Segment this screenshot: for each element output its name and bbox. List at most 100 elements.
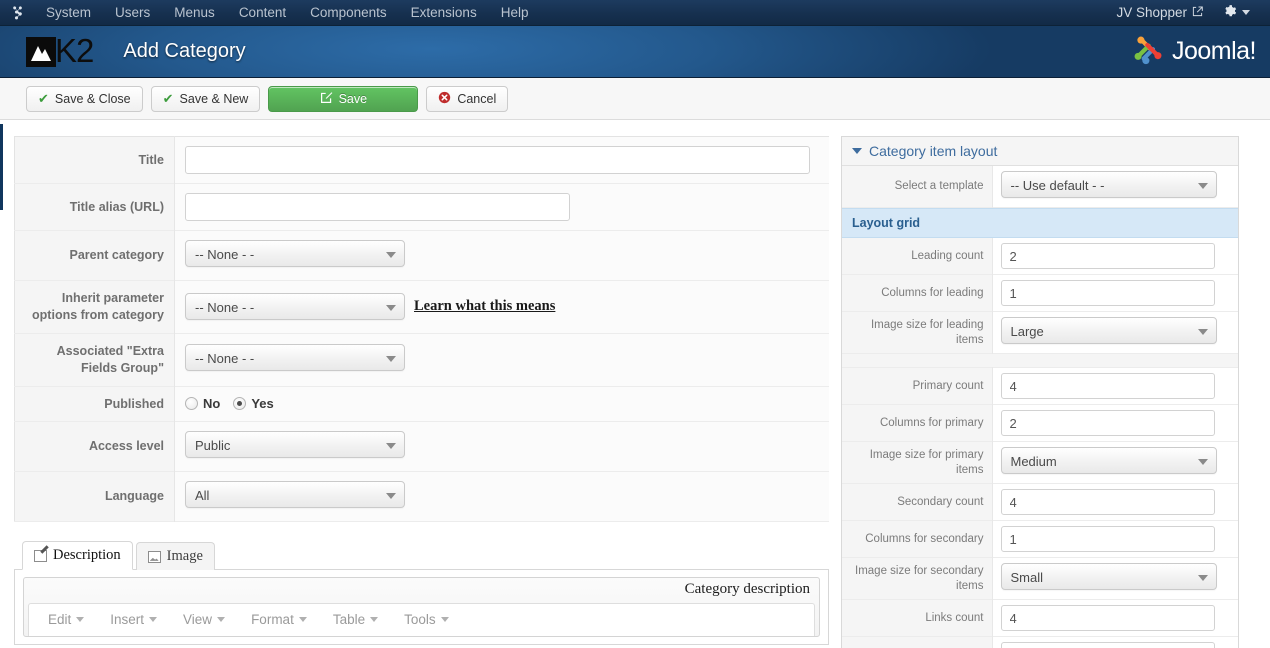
panel-header-category-item-layout[interactable]: Category item layout [842,137,1238,166]
label-title-alias: Title alias (URL) [14,183,175,231]
chevron-down-icon [386,356,396,363]
table-row: Inherit parameter options from category … [14,280,829,334]
table-row: Secondary count [842,483,1238,521]
editor-menu-format[interactable]: Format [238,610,320,629]
tab-description[interactable]: Description [22,541,133,571]
admin-bar-right: JV Shopper [1106,0,1270,25]
table-row: Image size for primary items Medium [842,441,1238,484]
extra-fields-group-select[interactable]: -- None - - [185,344,405,372]
section-header-layout-grid: Layout grid [842,208,1238,238]
image-size-leading-select[interactable]: Large [1000,317,1217,344]
label-parent-category: Parent category [14,230,175,281]
save-close-button[interactable]: ✔ Save & Close [26,85,143,112]
editor-menu-insert-label: Insert [110,612,145,628]
tab-bar: Description Image [14,540,829,571]
save-button[interactable]: Save [268,85,419,112]
menu-item-content[interactable]: Content [227,1,298,24]
label-columns-for-secondary: Columns for secondary [842,520,993,558]
image-size-leading-value: Large [1010,324,1044,339]
tab-image-label: Image [166,548,203,565]
columns-for-leading-input[interactable] [1000,280,1215,306]
k2-mountain-icon [26,36,56,67]
columns-for-primary-input[interactable] [1000,410,1215,436]
template-value: -- Use default - - [1010,178,1105,193]
learn-what-this-means-link[interactable]: Learn what this means [414,298,555,315]
menu-item-components[interactable]: Components [298,1,399,24]
menu-item-users[interactable]: Users [103,1,162,24]
joomla-pinwheel-icon [1131,33,1165,70]
editor-menu-table[interactable]: Table [320,610,391,629]
menu-item-menus[interactable]: Menus [162,1,227,24]
image-size-primary-select[interactable]: Medium [1000,447,1217,474]
editor-menu-edit[interactable]: Edit [35,610,97,629]
main-form-column: Title Title alias (URL) Parent category … [14,136,829,648]
layout-grid-table: Leading count Columns for leading Image … [842,238,1238,648]
page-body: Title Title alias (URL) Parent category … [0,120,1270,648]
language-select[interactable]: All [185,481,405,509]
chevron-down-icon [386,252,396,258]
label-secondary-count: Secondary count [842,483,993,521]
menu-item-extensions[interactable]: Extensions [399,1,489,24]
published-no-label: No [203,396,221,412]
cancel-button[interactable]: Cancel [426,85,509,112]
chevron-down-icon [1197,183,1208,189]
editor-menu-view-label: View [183,612,213,628]
table-row: Columns for links [842,636,1238,648]
table-row: Language All [14,471,829,522]
category-item-layout-panel: Category item layout Select a template -… [841,136,1239,648]
action-toolbar: ✔ Save & Close ✔ Save & New Save Cancel [0,78,1270,120]
joomla-logo-text: Joomla! [1171,37,1257,65]
joomla-icon[interactable] [0,5,34,20]
image-size-secondary-select[interactable]: Small [1000,563,1217,590]
chevron-down-icon [370,617,379,623]
menu-item-system[interactable]: System [34,1,103,24]
description-tab-panel: Category description Edit Insert View Fo… [14,570,829,646]
access-level-select[interactable]: Public [185,431,405,459]
parent-category-value: -- None - - [195,247,255,262]
table-row: Primary count [842,367,1238,405]
label-inherit-parameters: Inherit parameter options from category [14,280,175,334]
label-primary-count: Primary count [842,367,993,405]
label-columns-for-links: Columns for links [842,636,993,648]
columns-for-secondary-input[interactable] [1000,526,1215,552]
table-row: Title [14,136,829,184]
editor-menubar: Edit Insert View Format Table Tools [28,603,815,637]
parent-category-select[interactable]: -- None - - [185,240,405,267]
chevron-down-icon [386,443,396,450]
editor-menu-view[interactable]: View [170,610,238,629]
admin-settings-button[interactable] [1213,0,1260,25]
save-new-button[interactable]: ✔ Save & New [150,85,261,112]
picture-icon [147,550,161,563]
editor-menu-tools-label: Tools [404,612,436,628]
accent-strip [0,124,3,210]
editor-menu-tools[interactable]: Tools [391,610,462,629]
chevron-down-icon [298,617,307,623]
editor-menu-insert[interactable]: Insert [97,610,170,629]
title-alias-input[interactable] [185,193,570,221]
leading-count-input[interactable] [1000,243,1215,269]
site-link[interactable]: JV Shopper [1106,1,1213,24]
published-radio-yes[interactable]: Yes [233,396,274,411]
table-row: Links count [842,599,1238,637]
label-extra-fields-group: Associated "Extra Fields Group" [14,333,175,386]
table-row: Columns for primary [842,404,1238,442]
menu-item-help[interactable]: Help [489,1,541,24]
chevron-down-icon [217,617,226,623]
editor-tabs-region: Description Image Category description E… [14,540,829,646]
primary-count-input[interactable] [1000,373,1215,399]
template-select[interactable]: -- Use default - - [1000,171,1217,198]
title-input[interactable] [185,146,810,174]
inherit-parameters-select[interactable]: -- None - - [185,293,405,321]
links-count-input[interactable] [1000,605,1215,631]
tab-image[interactable]: Image [135,542,215,571]
external-link-icon [1192,5,1203,20]
check-icon: ✔ [38,91,49,106]
label-links-count: Links count [842,599,993,637]
chevron-down-icon [1197,329,1208,335]
label-image-size-leading: Image size for leading items [842,311,993,354]
secondary-count-input[interactable] [1000,489,1215,515]
published-radio-no[interactable]: No [185,396,220,411]
tab-description-label: Description [53,547,121,564]
columns-for-links-input[interactable] [1000,642,1215,648]
image-size-primary-value: Medium [1010,454,1057,469]
